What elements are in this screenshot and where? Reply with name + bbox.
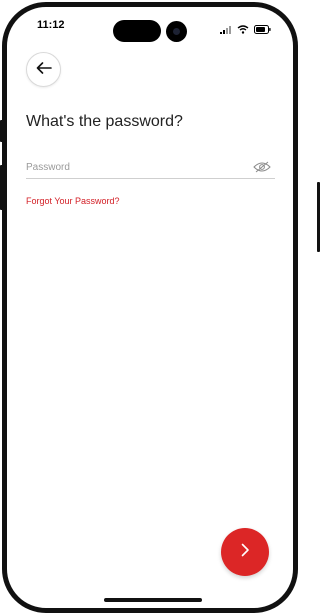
arrow-left-icon [36, 61, 52, 79]
status-time: 11:12 [37, 19, 65, 31]
front-camera [166, 21, 187, 42]
home-indicator [104, 598, 202, 602]
status-bar: 11:12 [7, 7, 293, 51]
page-title: What's the password? [26, 113, 183, 130]
next-button[interactable] [221, 528, 269, 576]
signal-icon [220, 21, 232, 39]
back-button[interactable] [26, 52, 61, 87]
wifi-icon [237, 21, 249, 39]
forgot-password-link[interactable]: Forgot Your Password? [26, 196, 120, 206]
dynamic-island [113, 20, 161, 42]
battery-icon [254, 21, 271, 39]
eye-slash-icon[interactable] [253, 159, 271, 175]
phone-screen: 11:12 What's the password? Forgot Your P… [2, 2, 298, 613]
password-input[interactable] [26, 157, 246, 177]
status-icons [220, 21, 271, 39]
chevron-right-icon [240, 543, 250, 562]
password-field [26, 157, 275, 179]
